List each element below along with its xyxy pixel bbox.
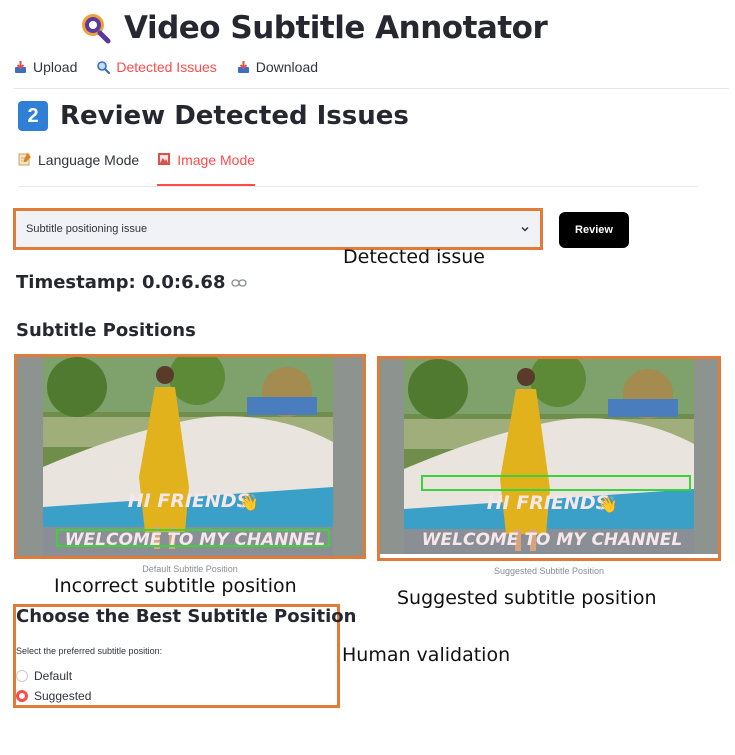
chevron-down-icon <box>521 226 529 232</box>
step-number-badge: 2 <box>18 101 48 131</box>
annotation-suggested-position: Suggested subtitle position <box>397 587 657 609</box>
tab-detected-issues[interactable]: Detected Issues <box>97 56 217 78</box>
suggested-caption: Suggested Subtitle Position <box>493 566 605 576</box>
radio-option-suggested[interactable]: Suggested <box>16 689 91 703</box>
inbox-tray-icon <box>15 60 26 73</box>
default-caption: Default Subtitle Position <box>142 564 238 574</box>
annotation-incorrect-position: Incorrect subtitle position <box>54 575 297 597</box>
link-icon[interactable] <box>231 278 248 288</box>
radio-default[interactable] <box>16 670 28 682</box>
subtitle-line-1: HI FRIENDS <box>128 490 251 512</box>
suggested-frame-image: HI FRIENDS 👋 WELCOME TO MY CHANNEL <box>380 359 718 558</box>
timestamp-label: Timestamp: 0.0:6.68 <box>16 272 226 293</box>
radio-group-label: Select the preferred subtitle position: <box>16 646 163 656</box>
framed-picture-icon <box>158 153 171 165</box>
tab-image-mode-label: Image Mode <box>177 152 256 168</box>
magnifier-icon <box>97 60 111 74</box>
annotation-detected-issue: Detected issue <box>343 246 485 268</box>
tab-download[interactable]: Download <box>237 56 318 78</box>
suggested-subtitle-frame: HI FRIENDS 👋 WELCOME TO MY CHANNEL <box>380 359 718 558</box>
magnifier-logo-icon <box>78 11 112 45</box>
tab-detected-issues-label: Detected Issues <box>116 59 217 75</box>
annotation-human-validation: Human validation <box>342 644 511 666</box>
memo-icon <box>18 153 31 166</box>
radio-default-label: Default <box>34 669 73 683</box>
radio-suggested[interactable] <box>16 690 28 702</box>
inbox-tray-icon <box>237 60 249 73</box>
section-title: Review Detected Issues <box>60 101 409 131</box>
mode-divider <box>18 186 698 187</box>
waving-hand-icon: 👋 <box>598 496 618 514</box>
top-tab-bar: Upload Detected Issues Download <box>14 56 318 78</box>
app-header: Video Subtitle Annotator <box>78 6 548 50</box>
radio-option-default[interactable]: Default <box>16 669 72 683</box>
tab-download-label: Download <box>255 59 319 75</box>
subtitle-line-1: HI FRIENDS <box>487 492 610 514</box>
waving-hand-icon: 👋 <box>239 494 259 512</box>
app-title: Video Subtitle Annotator <box>124 10 548 46</box>
tab-upload-label: Upload <box>33 59 78 75</box>
review-button[interactable]: Review <box>559 212 629 248</box>
tab-language-mode[interactable]: Language Mode <box>18 152 139 186</box>
tab-upload[interactable]: Upload <box>14 56 77 78</box>
issue-select[interactable]: Subtitle positioning issue <box>16 211 540 247</box>
mode-tab-bar: Language Mode Image Mode <box>18 152 256 186</box>
issue-select-value: Subtitle positioning issue <box>26 223 148 235</box>
top-divider <box>14 88 729 89</box>
tab-language-mode-label: Language Mode <box>38 152 140 168</box>
default-frame-image: HI FRIENDS 👋 WELCOME TO MY CHANNEL <box>17 357 363 556</box>
default-subtitle-frame: HI FRIENDS 👋 WELCOME TO MY CHANNEL <box>17 357 363 556</box>
tab-image-mode[interactable]: Image Mode <box>157 152 256 186</box>
subtitle-line-2: WELCOME TO MY CHANNEL <box>422 530 682 550</box>
section-heading: 2 Review Detected Issues <box>18 100 409 132</box>
subtitle-positions-heading: Subtitle Positions <box>16 320 196 341</box>
choose-heading: Choose the Best Subtitle Position <box>16 606 357 627</box>
radio-suggested-label: Suggested <box>34 689 92 703</box>
timestamp-heading: Timestamp: 0.0:6.68 <box>16 272 248 293</box>
